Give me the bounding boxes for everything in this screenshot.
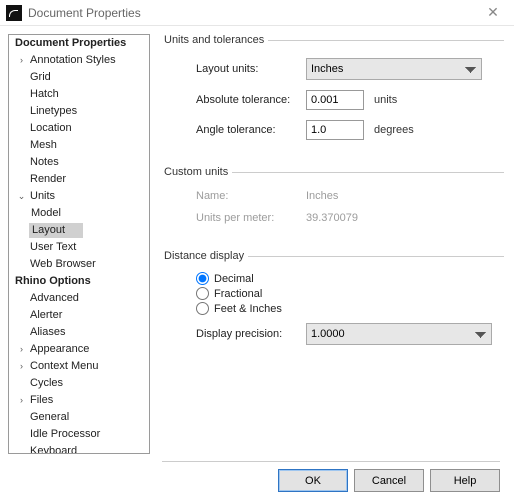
app-icon — [6, 5, 22, 21]
chevron-right-icon[interactable]: › — [17, 56, 26, 65]
group-units-and-tolerances: Units and tolerances Layout units: Inche… — [164, 34, 504, 150]
tree-item-hatch[interactable]: Hatch — [28, 87, 61, 102]
label-units-per-meter: Units per meter: — [196, 212, 306, 224]
dialog-footer: OK Cancel Help — [0, 460, 514, 500]
label-display-precision: Display precision: — [196, 328, 306, 340]
chevron-right-icon[interactable]: › — [17, 345, 26, 354]
window-title: Document Properties — [28, 6, 141, 20]
tree-item-user-text[interactable]: User Text — [28, 240, 78, 255]
value-custom-name: Inches — [306, 190, 338, 202]
label-custom-name: Name: — [196, 190, 306, 202]
chevron-right-icon[interactable]: › — [17, 396, 26, 405]
help-button[interactable]: Help — [430, 469, 500, 492]
tree-item-linetypes[interactable]: Linetypes — [28, 104, 79, 119]
tree-item-advanced[interactable]: Advanced — [28, 291, 81, 306]
group-title-custom-units: Custom units — [164, 166, 232, 178]
options-tree[interactable]: Document Properties ›Annotation Styles G… — [8, 34, 150, 454]
tree-item-units-model[interactable]: Model — [29, 206, 63, 221]
display-precision-select[interactable]: 1.0000 — [306, 323, 492, 345]
tree-item-annotation-styles[interactable]: Annotation Styles — [28, 53, 118, 68]
radio-feet-inches[interactable]: Feet & Inches — [196, 302, 504, 315]
layout-units-select[interactable]: Inches — [306, 58, 482, 80]
tree-item-mesh[interactable]: Mesh — [28, 138, 59, 153]
tree-item-location[interactable]: Location — [28, 121, 74, 136]
tree-item-render[interactable]: Render — [28, 172, 68, 187]
titlebar: Document Properties ✕ — [0, 0, 514, 26]
ok-button[interactable]: OK — [278, 469, 348, 492]
tree-item-cycles[interactable]: Cycles — [28, 376, 65, 391]
chevron-down-icon[interactable]: ⌄ — [17, 192, 26, 201]
tree-item-appearance[interactable]: Appearance — [28, 342, 91, 357]
tree-item-notes[interactable]: Notes — [28, 155, 61, 170]
absolute-tolerance-input[interactable] — [306, 90, 364, 110]
tree-item-units-layout[interactable]: Layout — [29, 223, 83, 238]
chevron-right-icon[interactable]: › — [17, 362, 26, 371]
radio-feet-inches-input[interactable] — [196, 302, 209, 315]
radio-decimal-input[interactable] — [196, 272, 209, 285]
tree-item-web-browser[interactable]: Web Browser — [28, 257, 98, 272]
tree-item-general[interactable]: General — [28, 410, 71, 425]
tree-item-keyboard[interactable]: Keyboard — [28, 444, 79, 454]
close-icon[interactable]: ✕ — [478, 4, 508, 21]
suffix-units: units — [374, 94, 397, 106]
label-angle-tolerance: Angle tolerance: — [196, 124, 306, 136]
tree-item-alerter[interactable]: Alerter — [28, 308, 64, 323]
tree-section-rhino-options[interactable]: Rhino Options — [13, 274, 93, 289]
radio-fractional[interactable]: Fractional — [196, 287, 504, 300]
tree-item-idle-processor[interactable]: Idle Processor — [28, 427, 102, 442]
group-custom-units: Custom units Name: Inches Units per mete… — [164, 166, 504, 234]
settings-panel: Units and tolerances Layout units: Inche… — [150, 26, 514, 460]
group-title-distance-display: Distance display — [164, 250, 248, 262]
cancel-button[interactable]: Cancel — [354, 469, 424, 492]
tree-item-files[interactable]: Files — [28, 393, 55, 408]
tree-section-document-properties[interactable]: Document Properties — [13, 36, 128, 51]
radio-fractional-input[interactable] — [196, 287, 209, 300]
label-absolute-tolerance: Absolute tolerance: — [196, 94, 306, 106]
suffix-degrees: degrees — [374, 124, 414, 136]
group-distance-display: Distance display Decimal Fractional Feet… — [164, 250, 504, 355]
tree-item-context-menu[interactable]: Context Menu — [28, 359, 100, 374]
angle-tolerance-input[interactable] — [306, 120, 364, 140]
tree-item-units[interactable]: Units — [28, 189, 57, 204]
tree-item-grid[interactable]: Grid — [28, 70, 53, 85]
label-layout-units: Layout units: — [196, 63, 306, 75]
tree-item-aliases[interactable]: Aliases — [28, 325, 67, 340]
value-units-per-meter: 39.370079 — [306, 212, 358, 224]
group-title-units: Units and tolerances — [164, 34, 268, 46]
radio-decimal[interactable]: Decimal — [196, 272, 504, 285]
